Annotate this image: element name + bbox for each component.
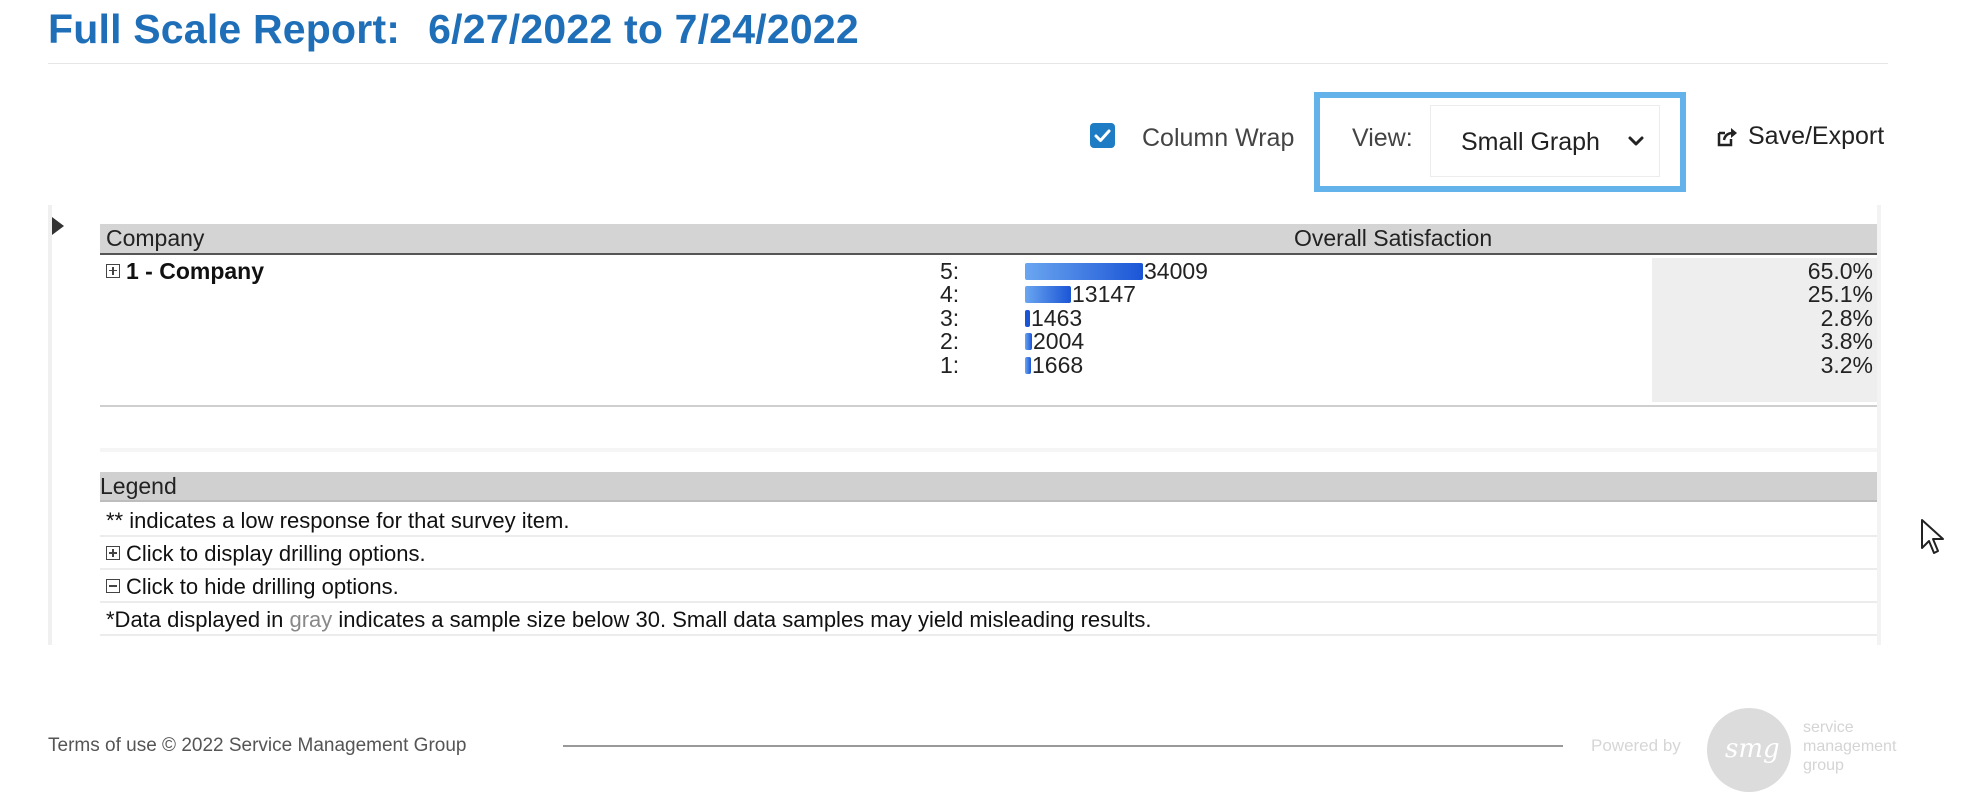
column-header-company: Company [106, 225, 205, 251]
score-bar [1025, 309, 1030, 327]
legend-display-text: Click to display drilling options. [126, 541, 426, 566]
view-select-value: Small Graph [1461, 128, 1600, 156]
minus-box-icon [106, 579, 120, 594]
legend-low-response: ** indicates a low response for that sur… [106, 508, 570, 533]
score-bar [1025, 333, 1032, 351]
gray-note-word: gray [289, 607, 333, 632]
legend-row: ** indicates a low response for that sur… [100, 504, 1877, 537]
smg-logo: smg [1707, 708, 1791, 792]
save-export-label: Save/Export [1748, 122, 1885, 150]
legend-hide-drilling: Click to hide drilling options. [106, 574, 399, 600]
checkmark-icon [1094, 129, 1111, 142]
gray-note-suffix: indicates a sample size below 30. Small … [332, 607, 1152, 632]
smg-logo-line: service [1803, 719, 1854, 736]
smg-logo-text: service management group [1803, 718, 1896, 775]
score-row: 1: 1668 3.2% [0, 352, 1988, 381]
expand-panel-icon[interactable] [52, 217, 64, 235]
smg-logo-line: management [1803, 738, 1897, 755]
gray-note-prefix: *Data displayed in [106, 607, 290, 632]
view-label: View: [1352, 124, 1413, 152]
legend-header: Legend [100, 472, 1877, 502]
footer-divider [563, 745, 1563, 747]
score-bar [1025, 263, 1143, 280]
legend-row: *Data displayed in gray indicates a samp… [100, 603, 1877, 636]
score-bar [1025, 286, 1071, 304]
score-percent: 3.2% [1820, 351, 1873, 378]
score-count: 1668 [1032, 351, 1084, 378]
page-title: Full Scale Report: 6/27/2022 to 7/24/2022 [48, 6, 859, 53]
legend-display-drilling: Click to display drilling options. [106, 541, 426, 567]
legend-gray-note: *Data displayed in gray indicates a samp… [106, 607, 1152, 633]
terms-of-use-link[interactable]: Terms of use © 2022 Service Management G… [48, 735, 466, 757]
chevron-down-icon [1628, 136, 1644, 146]
table-spacer [100, 448, 1877, 452]
legend-hide-text: Click to hide drilling options. [126, 574, 399, 599]
smg-logo-line: group [1803, 757, 1844, 774]
title-divider [48, 63, 1888, 64]
column-header-overall-satisfaction[interactable]: Overall Satisfaction [1294, 225, 1492, 252]
view-select[interactable]: Small Graph [1430, 105, 1660, 177]
export-icon [1717, 127, 1737, 146]
legend-title: Legend [100, 473, 177, 499]
report-date-range: 6/27/2022 to 7/24/2022 [428, 6, 859, 52]
column-wrap-checkbox[interactable] [1090, 123, 1115, 148]
legend-row: Click to display drilling options. [100, 537, 1877, 570]
plus-box-icon [106, 546, 120, 561]
smg-logo-letters: smg [1725, 734, 1780, 764]
score-level: 1: [940, 351, 960, 378]
report-title: Full Scale Report: [48, 6, 401, 52]
legend-row: Click to hide drilling options. [100, 570, 1877, 603]
table-bottom-rule [100, 405, 1877, 407]
table-header: Company Overall Satisfaction [100, 224, 1877, 255]
mouse-cursor-icon [1921, 519, 1944, 554]
score-bar [1025, 356, 1031, 374]
powered-by-text: Powered by [1591, 736, 1681, 755]
column-wrap-label[interactable]: Column Wrap [1142, 124, 1294, 153]
save-export-button[interactable]: Save/Export [1716, 122, 1884, 151]
